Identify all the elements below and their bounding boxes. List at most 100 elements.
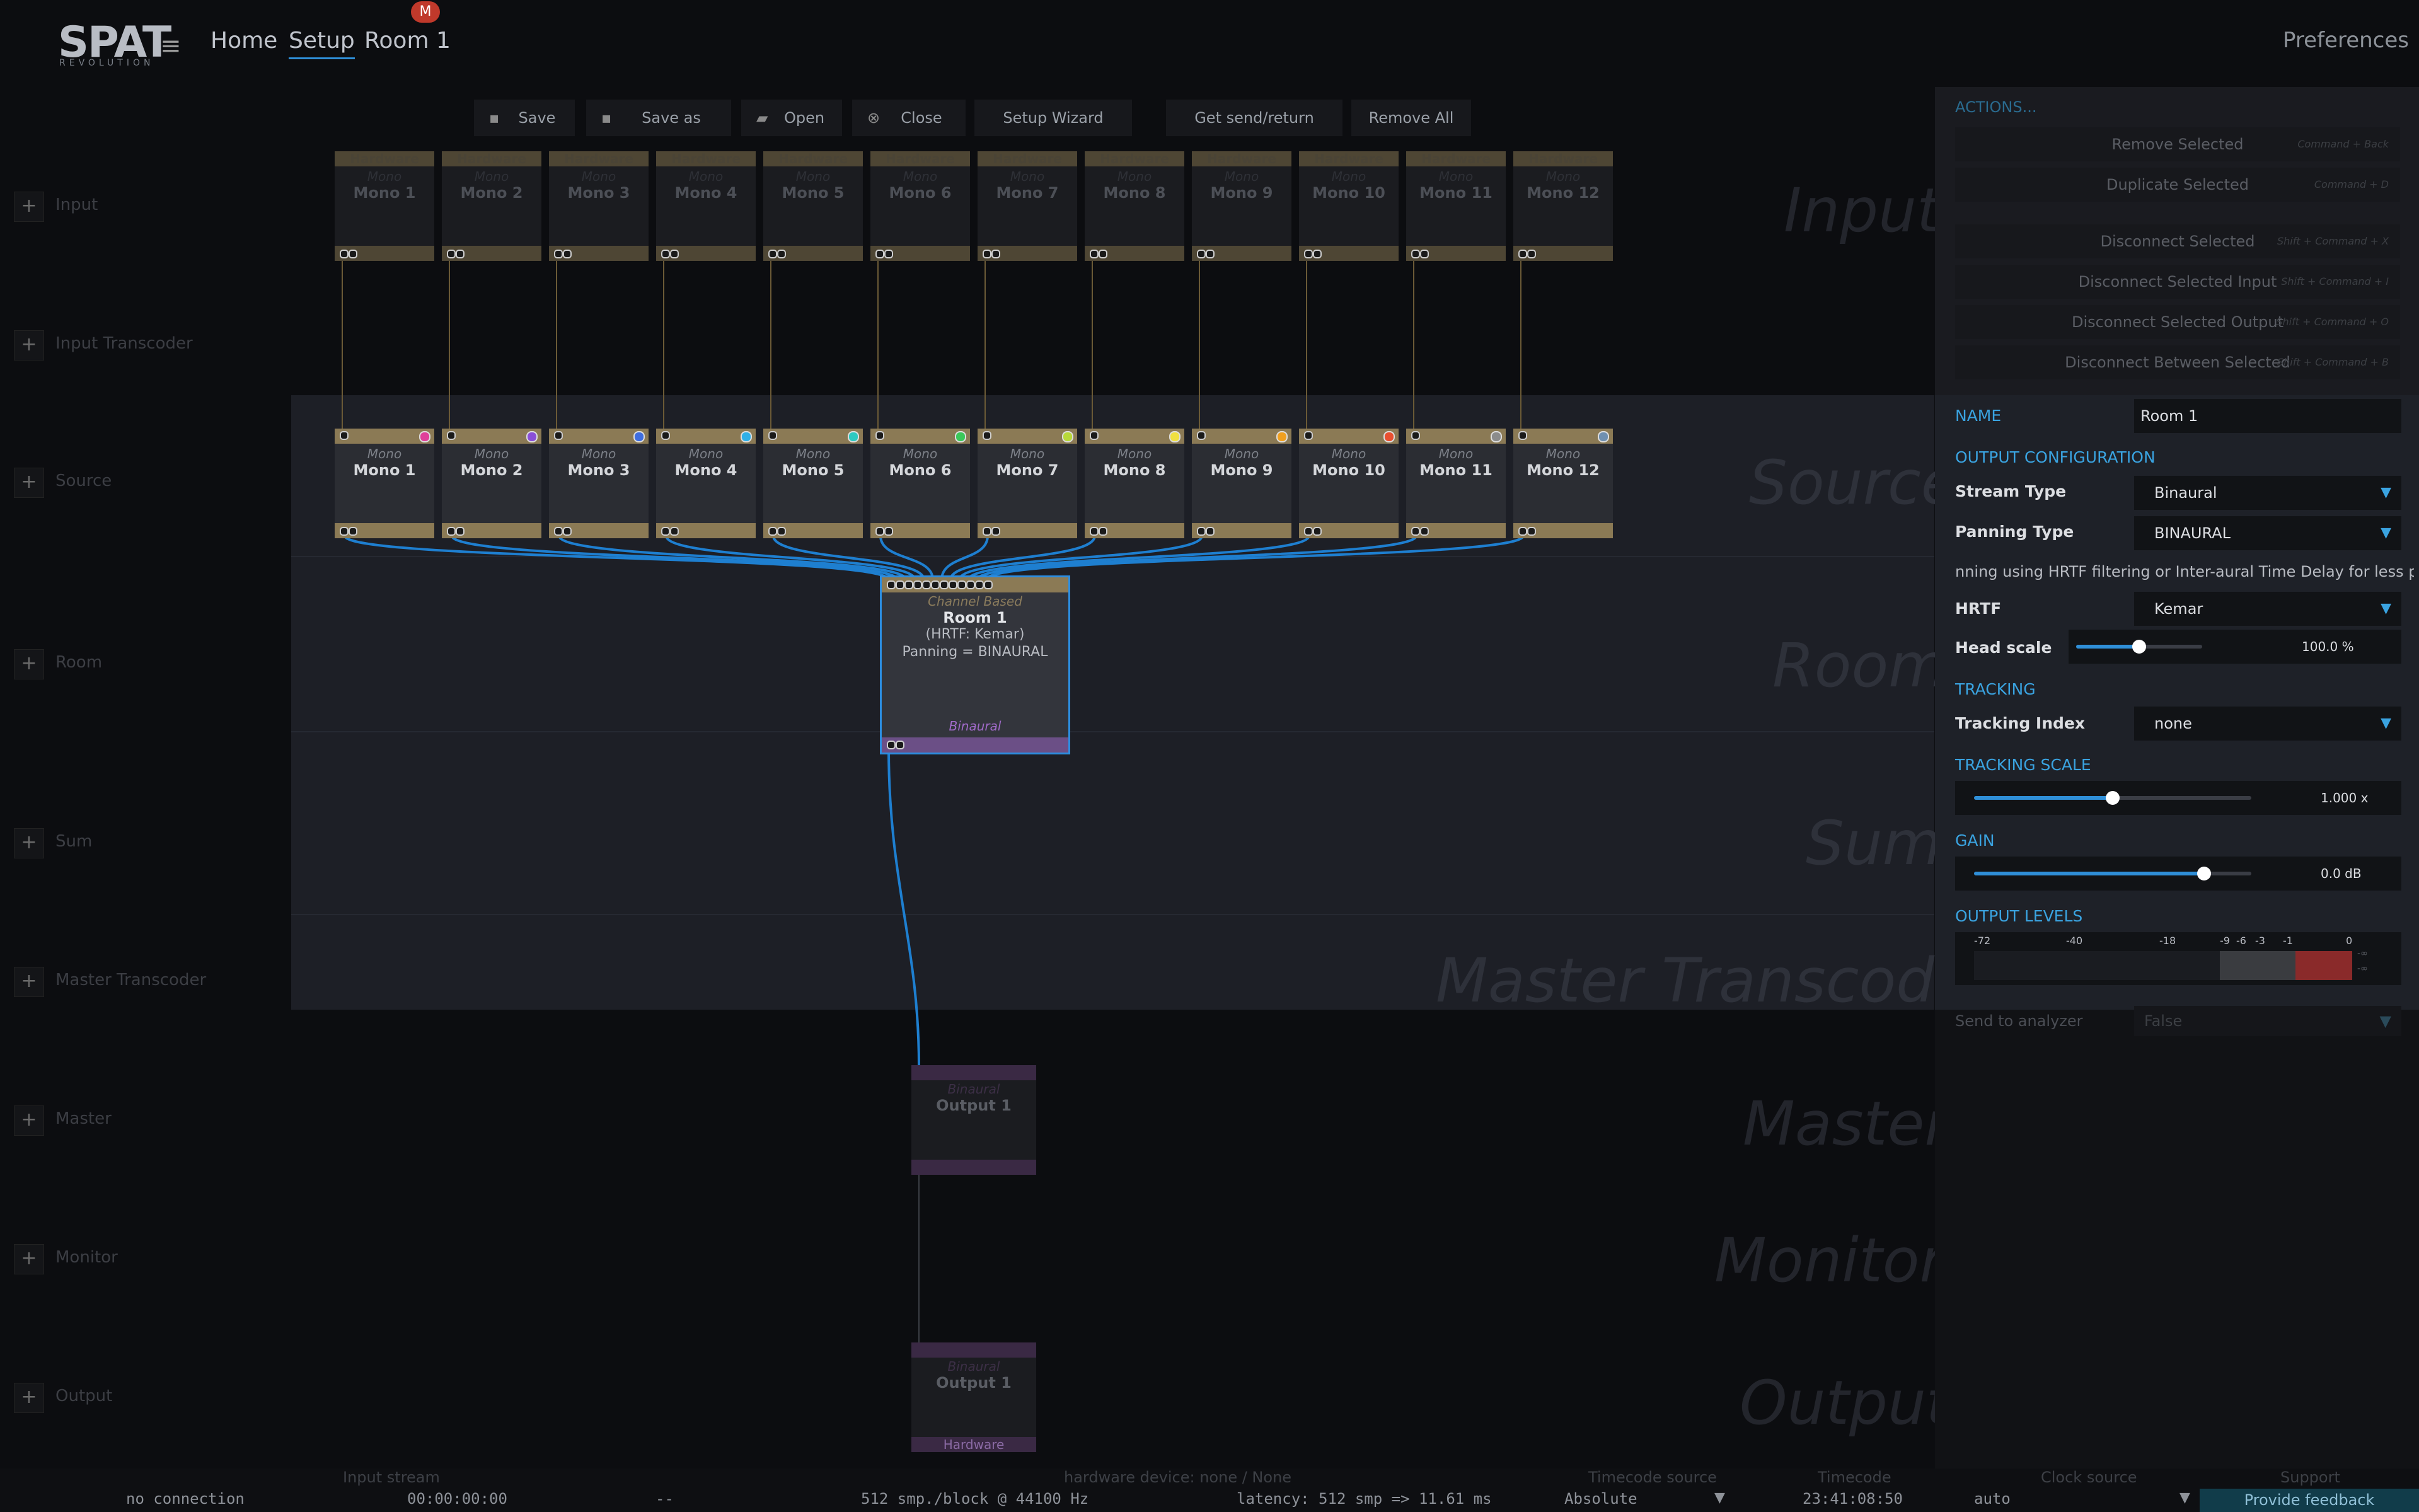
output-port[interactable]: [1099, 250, 1107, 258]
output-port[interactable]: [349, 250, 357, 258]
room-input-port[interactable]: [887, 580, 896, 589]
output-port[interactable]: [1304, 527, 1313, 536]
output-port[interactable]: [1313, 250, 1322, 258]
output-port[interactable]: [661, 250, 670, 258]
room-input-port[interactable]: [975, 580, 984, 589]
hardware-input-node[interactable]: Hardware Mono Mono 8: [1085, 151, 1184, 261]
head-scale-slider[interactable]: 100.0 %: [2069, 630, 2401, 664]
output-port[interactable]: [983, 527, 991, 536]
source-node[interactable]: Mono Mono 12: [1513, 429, 1613, 538]
source-node[interactable]: Mono Mono 9: [1192, 429, 1291, 538]
disconnect-selected-action[interactable]: Disconnect Selected Shift + Command + X: [1955, 224, 2400, 258]
hardware-input-node[interactable]: Hardware Mono Mono 2: [442, 151, 541, 261]
output-port[interactable]: [563, 250, 572, 258]
clock-source-select[interactable]: auto: [1974, 1490, 2011, 1508]
hardware-input-node[interactable]: Hardware Mono Mono 10: [1299, 151, 1399, 261]
output-port[interactable]: [1527, 250, 1536, 258]
master-output-node[interactable]: Binaural Output 1: [911, 1065, 1036, 1175]
room-input-port[interactable]: [904, 580, 913, 589]
hardware-input-node[interactable]: Hardware Mono Mono 1: [335, 151, 434, 261]
output-port[interactable]: [1090, 527, 1099, 536]
source-node[interactable]: Mono Mono 11: [1406, 429, 1506, 538]
output-port[interactable]: [1197, 527, 1206, 536]
timecode-source-arrow-icon[interactable]: ▼: [1714, 1490, 1725, 1506]
output-port[interactable]: [1197, 250, 1206, 258]
output-port[interactable]: [340, 527, 349, 536]
input-port[interactable]: [1197, 431, 1206, 440]
room-input-port[interactable]: [922, 580, 931, 589]
output-port[interactable]: [884, 527, 893, 536]
room-name-input[interactable]: Room 1: [2134, 399, 2401, 433]
timecode-source-select[interactable]: Absolute: [1564, 1490, 1637, 1508]
source-node[interactable]: Mono Mono 7: [978, 429, 1077, 538]
source-node[interactable]: Mono Mono 1: [335, 429, 434, 538]
input-port[interactable]: [768, 431, 777, 440]
panning-type-select[interactable]: BINAURAL ▼: [2134, 516, 2401, 550]
input-port[interactable]: [447, 431, 456, 440]
output-port[interactable]: [1411, 250, 1420, 258]
output-port[interactable]: [1411, 527, 1420, 536]
room-input-port[interactable]: [896, 580, 904, 589]
output-port[interactable]: [777, 527, 786, 536]
room-input-port[interactable]: [966, 580, 975, 589]
output-port[interactable]: [1420, 250, 1429, 258]
hardware-input-node[interactable]: Hardware Mono Mono 3: [549, 151, 649, 261]
source-node[interactable]: Mono Mono 2: [442, 429, 541, 538]
output-port[interactable]: [1206, 250, 1215, 258]
output-port[interactable]: [875, 250, 884, 258]
disconnect-between-selected-action[interactable]: Disconnect Between Selected Shift + Comma…: [1955, 345, 2400, 379]
output-port[interactable]: [1304, 250, 1313, 258]
output-port[interactable]: [777, 250, 786, 258]
output-port[interactable]: [991, 527, 1000, 536]
room-output-port[interactable]: [896, 741, 904, 749]
room-input-port[interactable]: [913, 580, 922, 589]
input-port[interactable]: [875, 431, 884, 440]
output-port[interactable]: [554, 527, 563, 536]
output-port[interactable]: [456, 250, 465, 258]
room-input-port[interactable]: [940, 580, 949, 589]
hardware-output-node[interactable]: Binaural Output 1 Hardware: [911, 1342, 1036, 1452]
hardware-input-node[interactable]: Hardware Mono Mono 4: [656, 151, 756, 261]
tracking-scale-slider[interactable]: 1.000 x: [1955, 781, 2401, 815]
remove-selected-action[interactable]: Remove Selected Command + Back: [1955, 127, 2400, 161]
output-port[interactable]: [554, 250, 563, 258]
output-port[interactable]: [1518, 527, 1527, 536]
hardware-input-node[interactable]: Hardware Mono Mono 12: [1513, 151, 1613, 261]
output-port[interactable]: [456, 527, 465, 536]
source-node[interactable]: Mono Mono 4: [656, 429, 756, 538]
output-port[interactable]: [670, 527, 679, 536]
hardware-input-node[interactable]: Hardware Mono Mono 7: [978, 151, 1077, 261]
room-output-port[interactable]: [887, 741, 896, 749]
output-port[interactable]: [768, 527, 777, 536]
source-node[interactable]: Mono Mono 10: [1299, 429, 1399, 538]
input-port[interactable]: [661, 431, 670, 440]
disconnect-selected-output-action[interactable]: Disconnect Selected Output Shift + Comman…: [1955, 305, 2400, 339]
input-port[interactable]: [1411, 431, 1420, 440]
input-port[interactable]: [1304, 431, 1313, 440]
disconnect-selected-input-action[interactable]: Disconnect Selected Input Shift + Command…: [1955, 265, 2400, 299]
output-port[interactable]: [1099, 527, 1107, 536]
output-port[interactable]: [1313, 527, 1322, 536]
output-port[interactable]: [983, 250, 991, 258]
hardware-input-node[interactable]: Hardware Mono Mono 11: [1406, 151, 1506, 261]
hrtf-select[interactable]: Kemar ▼: [2134, 592, 2401, 626]
stream-type-select[interactable]: Binaural ▼: [2134, 476, 2401, 510]
input-port[interactable]: [340, 431, 349, 440]
output-port[interactable]: [991, 250, 1000, 258]
source-node[interactable]: Mono Mono 6: [870, 429, 970, 538]
duplicate-selected-action[interactable]: Duplicate Selected Command + D: [1955, 168, 2400, 202]
output-port[interactable]: [340, 250, 349, 258]
hardware-input-node[interactable]: Hardware Mono Mono 6: [870, 151, 970, 261]
tracking-index-select[interactable]: none ▼: [2134, 707, 2401, 741]
room-input-port[interactable]: [984, 580, 993, 589]
hardware-input-node[interactable]: Hardware Mono Mono 9: [1192, 151, 1291, 261]
output-port[interactable]: [563, 527, 572, 536]
output-port[interactable]: [447, 527, 456, 536]
source-node[interactable]: Mono Mono 3: [549, 429, 649, 538]
send-analyzer-select[interactable]: False ▼: [2134, 1006, 2401, 1036]
output-port[interactable]: [1420, 527, 1429, 536]
output-port[interactable]: [875, 527, 884, 536]
input-port[interactable]: [983, 431, 991, 440]
output-port[interactable]: [447, 250, 456, 258]
provide-feedback-button[interactable]: Provide feedback: [2200, 1489, 2419, 1512]
